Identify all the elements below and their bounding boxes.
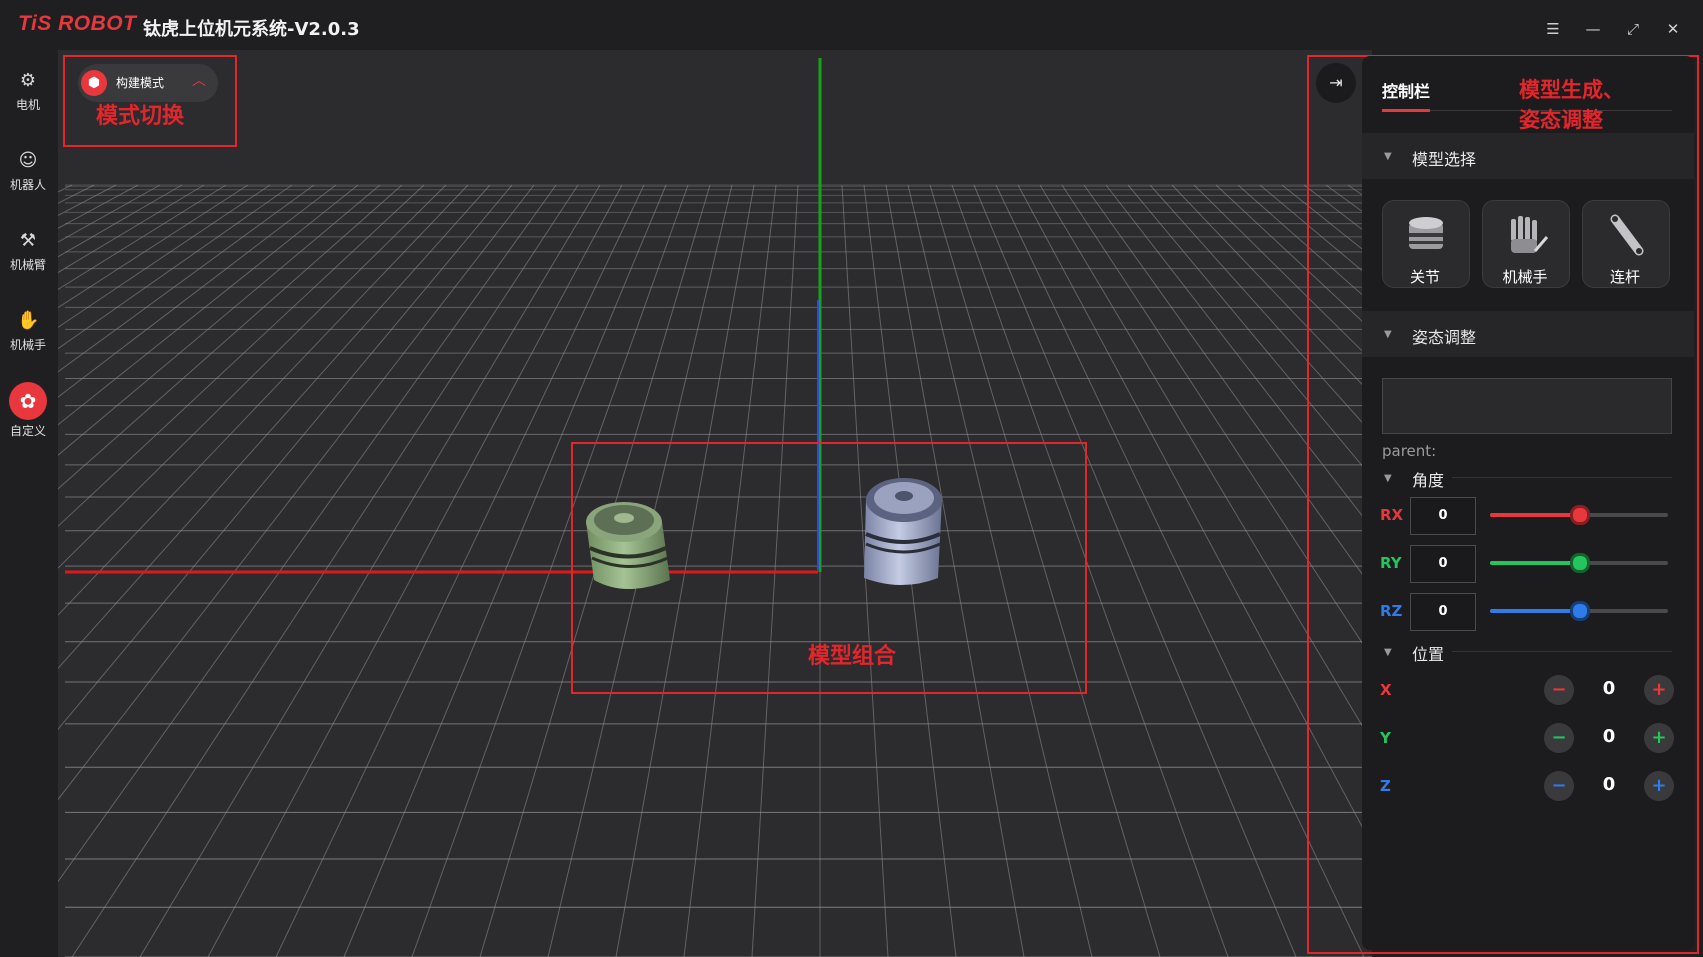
- axis-label-y: Y: [1380, 729, 1391, 747]
- caret-down-icon: ▼: [1384, 473, 1392, 484]
- collapse-panel-icon[interactable]: ⇥: [1316, 63, 1356, 103]
- sidebar-item-label: 自定义: [9, 424, 46, 438]
- x-decrement-button[interactable]: −: [1544, 675, 1574, 705]
- subsection-angle[interactable]: 角度: [1412, 467, 1444, 491]
- title-bar: TiS ROBOT 钛虎上位机元系统-V2.0.3 ☰ — ⤢ ✕: [0, 0, 1703, 50]
- y-decrement-button[interactable]: −: [1544, 723, 1574, 753]
- model-label: 关节: [1409, 268, 1440, 286]
- robot-arm-icon: ⚒: [19, 230, 37, 251]
- sidebar: ⚙ 电机 ☺ 机器人 ⚒ 机械臂 ✋ 机械手 ✿ 自定义: [0, 50, 56, 957]
- section-title: 姿态调整: [1412, 328, 1477, 347]
- sidebar-item-motor[interactable]: ⚙ 电机: [0, 58, 56, 128]
- model-label: 机械手: [1502, 268, 1548, 286]
- axis-label-rx: RX: [1380, 506, 1404, 524]
- rx-input[interactable]: 0: [1410, 497, 1476, 535]
- hand-icon: ✋: [17, 310, 40, 331]
- maximize-icon[interactable]: ⤢: [1622, 18, 1644, 40]
- ry-slider-thumb[interactable]: [1570, 553, 1590, 573]
- annotation-model-gen-line2: 姿态调整: [1519, 108, 1603, 132]
- axis-label-ry: RY: [1380, 554, 1402, 572]
- y-value[interactable]: 0: [1594, 726, 1624, 747]
- sidebar-item-robot-arm[interactable]: ⚒ 机械臂: [0, 218, 56, 288]
- parent-label: parent:: [1382, 442, 1437, 460]
- ry-slider-fill: [1490, 561, 1579, 565]
- axis-label-rz: RZ: [1380, 602, 1403, 620]
- motor-icon: ⚙: [19, 70, 37, 91]
- minimize-icon[interactable]: —: [1582, 18, 1604, 40]
- tab-active-indicator: [1382, 109, 1430, 112]
- z-decrement-button[interactable]: −: [1544, 771, 1574, 801]
- menu-icon[interactable]: ☰: [1542, 18, 1564, 40]
- sidebar-item-custom[interactable]: ✿ 自定义: [0, 378, 56, 448]
- caret-down-icon: ▼: [1384, 329, 1392, 340]
- rx-slider-thumb[interactable]: [1570, 505, 1590, 525]
- close-icon[interactable]: ✕: [1662, 18, 1684, 40]
- custom-icon: ✿: [9, 382, 47, 420]
- annotation-mode-switch: 模式切换: [96, 104, 185, 129]
- rz-input[interactable]: 0: [1410, 593, 1476, 631]
- pose-name-input[interactable]: [1382, 378, 1672, 434]
- y-increment-button[interactable]: +: [1644, 723, 1674, 753]
- rz-slider-thumb[interactable]: [1570, 601, 1590, 621]
- ry-input[interactable]: 0: [1410, 545, 1476, 583]
- sidebar-item-label: 机械手: [9, 338, 46, 352]
- sidebar-item-label: 机械臂: [9, 258, 46, 272]
- subsection-position[interactable]: 位置: [1412, 641, 1444, 665]
- caret-down-icon: ▼: [1384, 647, 1392, 658]
- rx-slider-fill: [1490, 513, 1579, 517]
- z-value[interactable]: 0: [1594, 774, 1624, 795]
- caret-down-icon: ▼: [1384, 151, 1392, 162]
- z-increment-button[interactable]: +: [1644, 771, 1674, 801]
- app-title: 钛虎上位机元系统-V2.0.3: [143, 19, 360, 40]
- x-value[interactable]: 0: [1594, 678, 1624, 699]
- x-increment-button[interactable]: +: [1644, 675, 1674, 705]
- robot-icon: ☺: [18, 150, 38, 171]
- rz-slider-fill: [1490, 609, 1579, 613]
- sidebar-item-hand[interactable]: ✋ 机械手: [0, 298, 56, 368]
- annotation-model-combine: 模型组合: [808, 644, 897, 669]
- tab-control-bar[interactable]: 控制栏: [1382, 78, 1430, 102]
- subsection-divider: [1452, 651, 1672, 652]
- axis-label-x: X: [1380, 681, 1392, 699]
- model-label: 连杆: [1609, 268, 1640, 286]
- app-logo: TiS ROBOT: [18, 12, 137, 35]
- axis-label-z: Z: [1380, 777, 1391, 795]
- sidebar-item-label: 电机: [15, 98, 40, 112]
- sidebar-item-robot[interactable]: ☺ 机器人: [0, 138, 56, 208]
- subsection-divider: [1452, 477, 1672, 478]
- sidebar-item-label: 机器人: [9, 178, 46, 192]
- section-title: 模型选择: [1412, 150, 1477, 169]
- annotation-model-gen-line1: 模型生成、: [1519, 78, 1624, 102]
